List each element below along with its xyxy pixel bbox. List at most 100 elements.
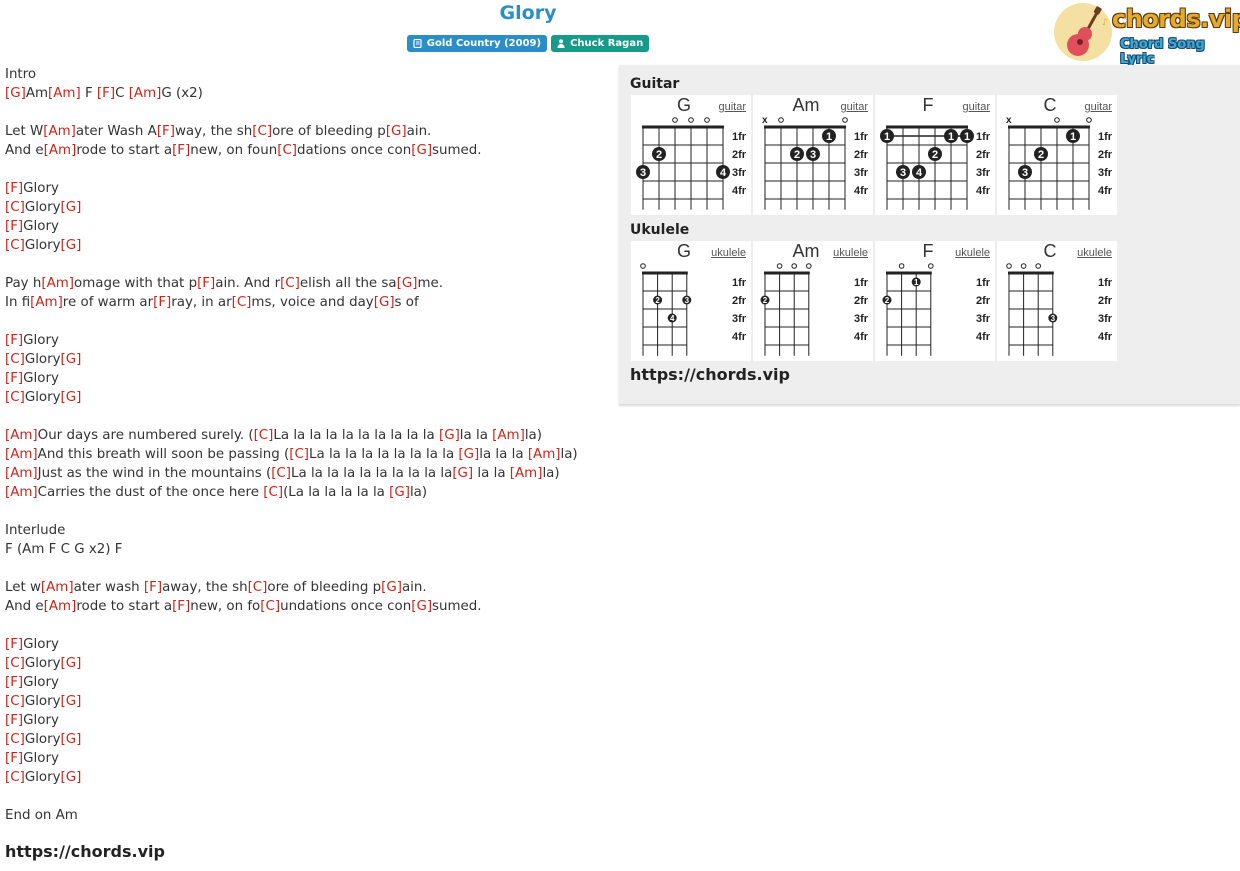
chord-marker[interactable]: [F] bbox=[5, 675, 23, 690]
open-string-marker bbox=[791, 263, 798, 269]
chord-marker[interactable]: [Am] bbox=[44, 143, 77, 158]
chord-marker[interactable]: [G] bbox=[61, 200, 82, 215]
chord-marker[interactable]: [C] bbox=[5, 732, 25, 747]
chord-marker[interactable]: [C] bbox=[260, 599, 280, 614]
chord-marker[interactable]: [G] bbox=[458, 447, 479, 462]
chord-marker[interactable]: [C] bbox=[289, 447, 309, 462]
chord-marker[interactable]: [C] bbox=[277, 143, 297, 158]
ukulele-chord-c[interactable]: Cukulele 1fr 2fr 3fr 4fr 3 bbox=[997, 241, 1117, 361]
lyric-text: ms, voice and day bbox=[251, 295, 374, 310]
chord-marker[interactable]: [Am] bbox=[5, 428, 38, 443]
chord-marker[interactable]: [F] bbox=[5, 181, 23, 196]
fret-label: 3fr bbox=[854, 167, 869, 179]
chord-marker[interactable]: [C] bbox=[5, 770, 25, 785]
chord-marker[interactable]: [G] bbox=[411, 143, 432, 158]
ukulele-chord-f[interactable]: Fukulele 1fr 2fr 3fr 4fr 2 1 bbox=[875, 241, 995, 361]
chord-marker[interactable]: [F] bbox=[172, 599, 190, 614]
chord-marker[interactable]: [Am] bbox=[129, 86, 162, 101]
chord-marker[interactable]: [G] bbox=[61, 390, 82, 405]
open-string-marker bbox=[1086, 117, 1092, 123]
chord-marker[interactable]: [F] bbox=[157, 124, 175, 139]
artist-badge[interactable]: Chuck Ragan bbox=[551, 35, 650, 52]
chord-marker[interactable]: [G] bbox=[452, 466, 473, 481]
chord-marker[interactable]: [C] bbox=[252, 124, 272, 139]
fret-label: 4fr bbox=[1098, 331, 1113, 343]
lyric-text: Glory bbox=[24, 200, 61, 215]
chord-marker[interactable]: [Am] bbox=[43, 124, 76, 139]
chord-marker[interactable]: [C] bbox=[254, 428, 274, 443]
chord-grid: 1fr 2fr 3fr 4fr 2 bbox=[760, 263, 869, 356]
lyric-text: la) bbox=[409, 485, 428, 500]
chord-marker[interactable]: [C] bbox=[5, 390, 25, 405]
chord-marker[interactable]: [Am] bbox=[528, 447, 561, 462]
chord-marker[interactable]: [C] bbox=[271, 466, 291, 481]
chord-marker[interactable]: [G] bbox=[389, 485, 410, 500]
chord-marker[interactable]: [G] bbox=[5, 86, 26, 101]
lyric-line: [F]Glory bbox=[5, 635, 610, 654]
chord-marker[interactable]: [F] bbox=[144, 580, 162, 595]
chord-marker[interactable]: [F] bbox=[172, 143, 190, 158]
guitar-chord-f[interactable]: Fguitar 1fr 2fr 3fr 4fr 1 1 1 2 3 4 bbox=[875, 95, 995, 215]
chord-marker[interactable]: [Am] bbox=[492, 428, 525, 443]
chord-marker[interactable]: [G] bbox=[61, 770, 82, 785]
chord-marker[interactable]: [Am] bbox=[41, 276, 74, 291]
chord-marker[interactable]: [G] bbox=[397, 276, 418, 291]
chord-marker[interactable]: [G] bbox=[411, 599, 432, 614]
chord-marker[interactable]: [G] bbox=[374, 295, 395, 310]
chord-marker[interactable]: [G] bbox=[381, 580, 402, 595]
album-badge[interactable]: Gold Country (2009) bbox=[406, 35, 548, 52]
chord-marker[interactable]: [G] bbox=[61, 352, 82, 367]
guitar-chord-g[interactable]: Gguitar 1fr 2fr 3fr 4fr 2 3 4 bbox=[631, 95, 751, 215]
ukulele-chord-am[interactable]: Am ukulele 1fr 2fr 3fr 4fr 2 bbox=[753, 241, 873, 361]
chord-marker[interactable]: [F] bbox=[5, 713, 23, 728]
chord-marker[interactable]: [Am] bbox=[5, 485, 38, 500]
open-string-marker bbox=[672, 117, 678, 123]
chord-marker[interactable]: [Am] bbox=[44, 599, 77, 614]
chord-marker[interactable]: [F] bbox=[5, 637, 23, 652]
chord-marker[interactable]: [C] bbox=[5, 238, 25, 253]
lyric-text: ray, in ar bbox=[171, 295, 232, 310]
chord-marker[interactable]: [G] bbox=[61, 732, 82, 747]
chord-panel-link[interactable]: https://chords.vip bbox=[630, 365, 790, 384]
chord-marker[interactable]: [C] bbox=[5, 200, 25, 215]
finger-number: 3 bbox=[900, 167, 906, 179]
chord-marker[interactable]: [G] bbox=[439, 428, 460, 443]
finger-number: 2 bbox=[932, 149, 938, 161]
chord-marker[interactable]: [Am] bbox=[5, 447, 38, 462]
chord-marker[interactable]: [C] bbox=[5, 352, 25, 367]
chord-marker[interactable]: [C] bbox=[232, 295, 252, 310]
song-title[interactable]: Glory bbox=[0, 2, 1056, 24]
chord-marker[interactable]: [F] bbox=[5, 333, 23, 348]
chord-marker[interactable]: [Am] bbox=[5, 466, 38, 481]
chord-marker[interactable]: [C] bbox=[5, 694, 25, 709]
finger-number: 1 bbox=[948, 131, 954, 143]
chord-marker[interactable]: [C] bbox=[5, 656, 25, 671]
chord-marker[interactable]: [F] bbox=[97, 86, 115, 101]
guitar-icon: ♪ bbox=[1067, 6, 1108, 56]
ukulele-chord-g[interactable]: Gukulele 1fr 2fr 3fr 4fr 2 3 4 bbox=[631, 241, 751, 361]
lyric-line bbox=[5, 255, 610, 274]
lyric-line: [C]Glory[G] bbox=[5, 236, 610, 255]
chord-marker[interactable]: [Am] bbox=[510, 466, 543, 481]
chord-marker[interactable]: [Am] bbox=[30, 295, 63, 310]
chord-marker[interactable]: [G] bbox=[386, 124, 407, 139]
chord-marker[interactable]: [Am] bbox=[48, 86, 81, 101]
footer-link[interactable]: https://chords.vip bbox=[5, 842, 165, 861]
guitar-chord-am[interactable]: Am guitar 1fr 2fr 3fr 4fr x 1 2 3 bbox=[753, 95, 873, 215]
chord-marker[interactable]: [C] bbox=[280, 276, 300, 291]
chord-marker[interactable]: [F] bbox=[5, 751, 23, 766]
site-logo[interactable]: ♪ chords.vip Chord Song Lyric bbox=[1054, 3, 1240, 67]
guitar-chord-c[interactable]: Cguitar 1fr 2fr 3fr 4fr x 1 2 3 bbox=[997, 95, 1117, 215]
chord-marker[interactable]: [F] bbox=[5, 371, 23, 386]
chord-marker[interactable]: [G] bbox=[61, 238, 82, 253]
chord-marker[interactable]: [C] bbox=[248, 580, 268, 595]
chord-marker[interactable]: [G] bbox=[61, 656, 82, 671]
chord-marker[interactable]: [G] bbox=[61, 694, 82, 709]
chord-marker[interactable]: [Am] bbox=[41, 580, 74, 595]
chord-marker[interactable]: [F] bbox=[197, 276, 215, 291]
chord-marker[interactable]: [C] bbox=[263, 485, 283, 500]
chord-marker[interactable]: [F] bbox=[153, 295, 171, 310]
lyric-line: Pay h[Am]omage with that p[F]ain. And r[… bbox=[5, 274, 610, 293]
lyric-text: Glory bbox=[24, 732, 61, 747]
chord-marker[interactable]: [F] bbox=[5, 219, 23, 234]
